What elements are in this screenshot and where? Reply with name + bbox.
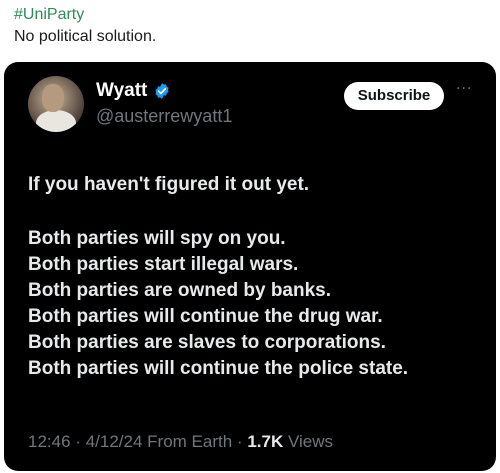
tweet-time[interactable]: 12:46 (28, 432, 71, 451)
tweet-text: If you haven't figured it out yet. Both … (28, 172, 488, 382)
tweet-date[interactable]: 4/12/24 (86, 432, 143, 451)
author-handle[interactable]: @austerrewyatt1 (96, 106, 232, 127)
hashtag-link[interactable]: #UniParty (14, 4, 494, 26)
tweet-line: Both parties are slaves to corporations. (28, 332, 386, 353)
post-caption: No political solution. (14, 28, 157, 45)
tweet-line: Both parties will continue the drug war. (28, 306, 383, 327)
meta-separator: · (236, 432, 243, 451)
author-name-row: Wyatt (96, 78, 171, 104)
subscribe-button[interactable]: Subscribe (344, 82, 444, 110)
embedded-tweet-card: Wyatt @austerrewyatt1 Subscribe ··· If y… (4, 62, 496, 471)
verified-badge-icon (153, 82, 171, 100)
author-display-name[interactable]: Wyatt (96, 80, 147, 102)
tweet-intro-line: If you haven't figured it out yet. (28, 174, 310, 195)
tweet-meta: 12:46 · 4/12/24 From Earth · 1.7K Views (28, 432, 333, 452)
tweet-line: Both parties will continue the police st… (28, 358, 409, 379)
screenshot-page: #UniParty No political solution. Wyatt @… (0, 0, 500, 473)
tweet-line: Both parties start illegal wars. (28, 254, 299, 275)
tweet-line: Both parties are owned by banks. (28, 280, 332, 301)
post-header: #UniParty No political solution. (14, 4, 494, 48)
tweet-source: From Earth (147, 432, 233, 451)
more-horizontal-icon[interactable]: ··· (456, 82, 476, 96)
avatar[interactable] (28, 76, 84, 132)
views-count: 1.7K (247, 432, 284, 451)
views-label: Views (287, 432, 334, 451)
meta-separator: · (75, 432, 81, 451)
tweet-line: Both parties will spy on you. (28, 228, 286, 249)
